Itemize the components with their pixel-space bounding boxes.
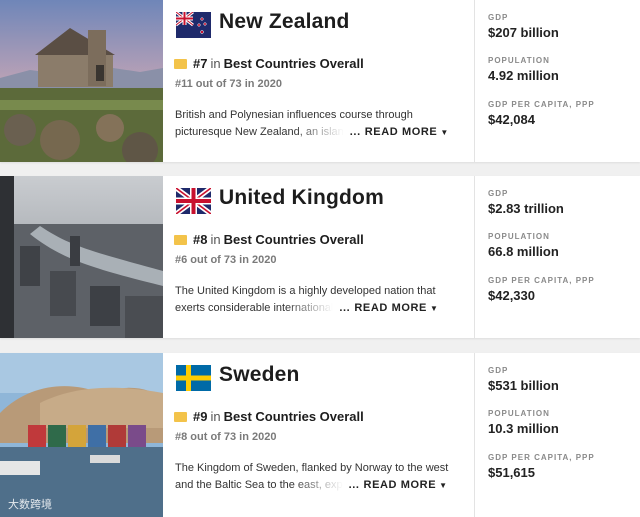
chevron-down-icon: ▼: [440, 128, 449, 137]
previous-rank: #8 out of 73 in 2020: [175, 431, 277, 443]
stat-gdp-per-capita: GDP PER CAPITA, PPP $42,084: [488, 100, 595, 127]
new-zealand-flag-icon: [176, 12, 211, 38]
description-line-1: The Kingdom of Sweden, flanked by Norway…: [175, 462, 449, 474]
country-name[interactable]: Sweden: [219, 363, 300, 387]
stat-label: GDP: [488, 189, 509, 198]
stat-label: POPULATION: [488, 56, 550, 65]
stat-population: POPULATION 10.3 million: [488, 409, 559, 436]
stat-population: POPULATION 66.8 million: [488, 232, 559, 259]
trophy-icon: [174, 58, 187, 69]
country-name[interactable]: United Kingdom: [219, 186, 384, 210]
description: British and Polynesian influences course…: [175, 107, 465, 141]
stat-label: GDP PER CAPITA, PPP: [488, 100, 595, 109]
rank-number: #7: [193, 56, 208, 71]
rank-in: in: [210, 56, 221, 71]
rank-category[interactable]: Best Countries Overall: [224, 56, 364, 71]
stat-label: GDP: [488, 13, 509, 22]
country-card-united-kingdom[interactable]: United Kingdom #8 in Best Countries Over…: [0, 176, 640, 338]
rank-in: in: [210, 232, 221, 247]
previous-rank: #11 out of 73 in 2020: [175, 78, 282, 90]
divider: [474, 353, 475, 517]
description-line-1: The United Kingdom is a highly developed…: [175, 285, 436, 297]
country-photo[interactable]: [0, 353, 163, 517]
trophy-icon: [174, 234, 187, 245]
stat-label: POPULATION: [488, 232, 550, 241]
stat-value: $531 billion: [488, 378, 559, 393]
description: The Kingdom of Sweden, flanked by Norway…: [175, 460, 465, 494]
read-more-label: READ MORE: [354, 302, 427, 314]
rank-line[interactable]: #9 in Best Countries Overall: [174, 409, 364, 424]
stat-label: GDP PER CAPITA, PPP: [488, 276, 595, 285]
stat-value: $51,615: [488, 465, 535, 480]
stat-gdp-per-capita: GDP PER CAPITA, PPP $51,615: [488, 453, 595, 480]
country-card-new-zealand[interactable]: New Zealand #7 in Best Countries Overall…: [0, 0, 640, 162]
country-name[interactable]: New Zealand: [219, 10, 350, 34]
stat-population: POPULATION 4.92 million: [488, 56, 559, 83]
stat-gdp: GDP $2.83 trillion: [488, 189, 564, 216]
chevron-down-icon: ▼: [439, 481, 448, 490]
read-more-button[interactable]: ... READ MORE ▼: [349, 477, 448, 494]
stat-value: $207 billion: [488, 25, 559, 40]
stats-panel: GDP $531 billion POPULATION 10.3 million…: [488, 353, 638, 517]
country-photo[interactable]: [0, 176, 163, 338]
stat-value: 4.92 million: [488, 68, 559, 83]
chevron-down-icon: ▼: [429, 304, 439, 313]
trophy-icon: [174, 411, 187, 422]
stat-value: 66.8 million: [488, 244, 559, 259]
stat-value: 10.3 million: [488, 421, 559, 436]
stat-value: $2.83 trillion: [488, 201, 564, 216]
rank-number: #8: [193, 232, 208, 247]
read-more-label: READ MORE: [364, 126, 438, 138]
stat-label: POPULATION: [488, 409, 550, 418]
description-line-2: and the Baltic Sea to the east, exp: [175, 479, 343, 491]
sweden-flag-icon: [176, 365, 211, 391]
read-more-button[interactable]: ... READ MORE ▼: [339, 300, 438, 317]
stat-value: $42,330: [488, 288, 535, 303]
stat-value: $42,084: [488, 112, 535, 127]
rank-category[interactable]: Best Countries Overall: [224, 409, 364, 424]
description-line-2: picturesque New Zealand, an islan: [175, 126, 344, 138]
stat-label: GDP: [488, 366, 509, 375]
watermark-logo: 大数跨境: [8, 498, 52, 511]
stat-gdp: GDP $207 billion: [488, 13, 559, 40]
divider: [474, 0, 475, 162]
stats-panel: GDP $207 billion POPULATION 4.92 million…: [488, 0, 638, 162]
previous-rank: #6 out of 73 in 2020: [175, 254, 277, 266]
stat-label: GDP PER CAPITA, PPP: [488, 453, 595, 462]
rank-category[interactable]: Best Countries Overall: [224, 232, 364, 247]
stats-panel: GDP $2.83 trillion POPULATION 66.8 milli…: [488, 176, 638, 338]
rank-number: #9: [193, 409, 208, 424]
country-photo[interactable]: [0, 0, 163, 162]
rank-line[interactable]: #7 in Best Countries Overall: [174, 56, 364, 71]
united-kingdom-flag-icon: [176, 188, 211, 214]
description-line-2: exerts considerable international: [175, 302, 334, 314]
country-card-sweden[interactable]: Sweden #9 in Best Countries Overall #8 o…: [0, 353, 640, 517]
description: The United Kingdom is a highly developed…: [175, 283, 465, 317]
description-line-1: British and Polynesian influences course…: [175, 109, 413, 121]
read-more-label: READ MORE: [363, 479, 437, 491]
read-more-button[interactable]: ... READ MORE ▼: [350, 124, 449, 141]
rank-in: in: [210, 409, 221, 424]
divider: [474, 176, 475, 338]
rank-line[interactable]: #8 in Best Countries Overall: [174, 232, 364, 247]
stat-gdp: GDP $531 billion: [488, 366, 559, 393]
stat-gdp-per-capita: GDP PER CAPITA, PPP $42,330: [488, 276, 595, 303]
